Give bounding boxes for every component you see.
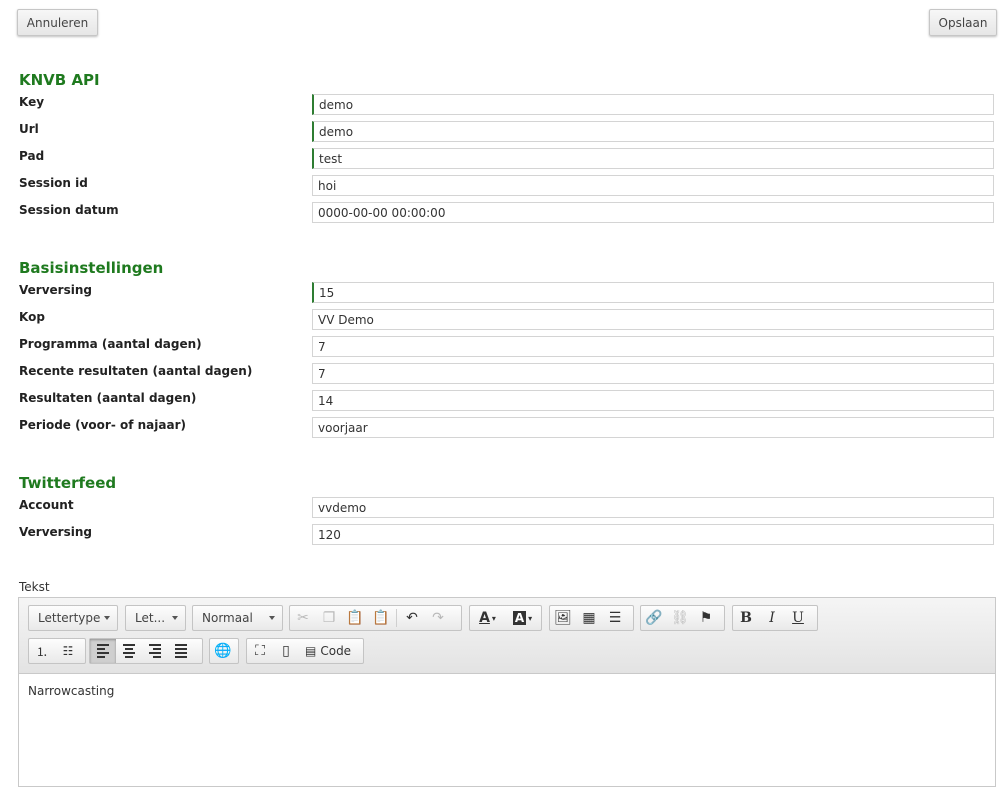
label-programma: Programma (aantal dagen) — [19, 337, 202, 351]
globe-icon[interactable]: 🌐 — [210, 639, 236, 663]
verversing-input[interactable] — [312, 282, 994, 303]
size-combo-label: Let... — [135, 611, 166, 625]
underline-icon[interactable]: U — [785, 606, 811, 630]
font-combo-label: Lettertype — [38, 611, 101, 625]
chevron-down-icon — [269, 616, 275, 620]
text-color-icon[interactable]: A ▾ — [470, 606, 505, 630]
label-recente-resultaten: Recente resultaten (aantal dagen) — [19, 364, 253, 378]
language-group: 🌐 — [209, 638, 239, 664]
chevron-down-icon: ▾ — [528, 613, 533, 623]
label-pad: Pad — [19, 149, 45, 163]
editor-content[interactable]: Narrowcasting — [28, 684, 114, 698]
programma-input[interactable] — [312, 336, 994, 357]
show-blocks-icon[interactable]: ▯ — [273, 639, 299, 663]
format-combo[interactable]: Normaal — [192, 605, 283, 631]
maximize-icon[interactable]: ⛶ — [247, 639, 273, 663]
key-input[interactable] — [312, 94, 994, 115]
kop-input[interactable] — [312, 309, 994, 330]
chevron-down-icon — [104, 616, 110, 620]
resultaten-input[interactable] — [312, 390, 994, 411]
undo-icon[interactable]: ↶ — [399, 606, 425, 630]
bold-icon[interactable]: B — [733, 606, 759, 630]
save-button[interactable]: Opslaan — [929, 9, 997, 36]
label-session-datum: Session datum — [19, 203, 119, 217]
recente-resultaten-input[interactable] — [312, 363, 994, 384]
align-left-icon[interactable] — [90, 639, 116, 663]
list-group: ⒈ ☷ — [28, 638, 86, 664]
source-icon: ▤ — [305, 644, 317, 658]
numbered-list-icon[interactable]: ⒈ — [29, 639, 55, 663]
rich-text-editor: Lettertype Let... Normaal ✂ ❐ 📋 📋 ↶ ↷ A … — [18, 597, 996, 787]
label-tekst: Tekst — [19, 580, 50, 594]
copy-icon[interactable]: ❐ — [316, 606, 342, 630]
anchor-flag-icon[interactable]: ⚑ — [693, 606, 719, 630]
label-periode: Periode (voor- of najaar) — [19, 418, 186, 432]
label-url: Url — [19, 122, 39, 136]
source-code-label: Code — [320, 644, 352, 658]
text-color-glyph: A — [479, 610, 490, 626]
chevron-down-icon: ▾ — [491, 613, 496, 623]
section-title-knvb: KNVB API — [19, 71, 100, 89]
periode-input[interactable] — [312, 417, 994, 438]
label-account: Account — [19, 498, 74, 512]
paste-word-icon[interactable]: 📋 — [368, 606, 394, 630]
toolbar-separator — [396, 609, 397, 627]
account-input[interactable] — [312, 497, 994, 518]
source-code-button[interactable]: ▤ Code — [299, 639, 357, 663]
italic-icon[interactable]: I — [759, 606, 785, 630]
align-center-lines — [123, 644, 135, 658]
background-color-icon[interactable]: A ▾ — [505, 606, 540, 630]
bulleted-list-icon[interactable]: ☷ — [55, 639, 81, 663]
paste-icon[interactable]: 📋 — [342, 606, 368, 630]
clipboard-group: ✂ ❐ 📋 📋 ↶ ↷ — [289, 605, 462, 631]
align-right-lines — [149, 644, 161, 658]
tools-group: ⛶ ▯ ▤ Code — [246, 638, 364, 664]
align-right-icon[interactable] — [142, 639, 168, 663]
label-kop: Kop — [19, 310, 45, 324]
color-group: A ▾ A ▾ — [469, 605, 542, 631]
label-key: Key — [19, 95, 45, 109]
size-combo[interactable]: Let... — [125, 605, 186, 631]
table-icon[interactable]: ▦ — [576, 606, 602, 630]
horizontal-rule-icon[interactable]: ☰ — [602, 606, 628, 630]
cancel-button[interactable]: Annuleren — [17, 9, 98, 36]
section-title-basis: Basisinstellingen — [19, 259, 164, 277]
label-resultaten: Resultaten (aantal dagen) — [19, 391, 197, 405]
label-verversing: Verversing — [19, 283, 92, 297]
label-twitter-verversing: Verversing — [19, 525, 92, 539]
chevron-down-icon — [172, 616, 178, 620]
align-group — [89, 638, 203, 664]
editor-toolbar: Lettertype Let... Normaal ✂ ❐ 📋 📋 ↶ ↷ A … — [19, 598, 995, 674]
session-datum-input[interactable] — [312, 202, 994, 223]
align-justify-lines — [175, 644, 187, 658]
unlink-icon[interactable]: ⛓ — [667, 606, 693, 630]
insert-group: 🖼 ▦ ☰ — [549, 605, 634, 631]
redo-icon[interactable]: ↷ — [425, 606, 451, 630]
link-group: 🔗 ⛓ ⚑ — [640, 605, 725, 631]
url-input[interactable] — [312, 121, 994, 142]
align-left-lines — [97, 644, 109, 658]
twitter-verversing-input[interactable] — [312, 524, 994, 545]
section-title-twitter: Twitterfeed — [19, 474, 117, 492]
cut-icon[interactable]: ✂ — [290, 606, 316, 630]
session-id-input[interactable] — [312, 175, 994, 196]
align-justify-icon[interactable] — [168, 639, 194, 663]
label-session-id: Session id — [19, 176, 88, 190]
pad-input[interactable] — [312, 148, 994, 169]
font-combo[interactable]: Lettertype — [28, 605, 118, 631]
image-icon[interactable]: 🖼 — [550, 606, 576, 630]
format-combo-label: Normaal — [202, 611, 253, 625]
basic-styles-group: B I U — [732, 605, 818, 631]
background-color-glyph: A — [512, 611, 527, 625]
link-icon[interactable]: 🔗 — [641, 606, 667, 630]
align-center-icon[interactable] — [116, 639, 142, 663]
